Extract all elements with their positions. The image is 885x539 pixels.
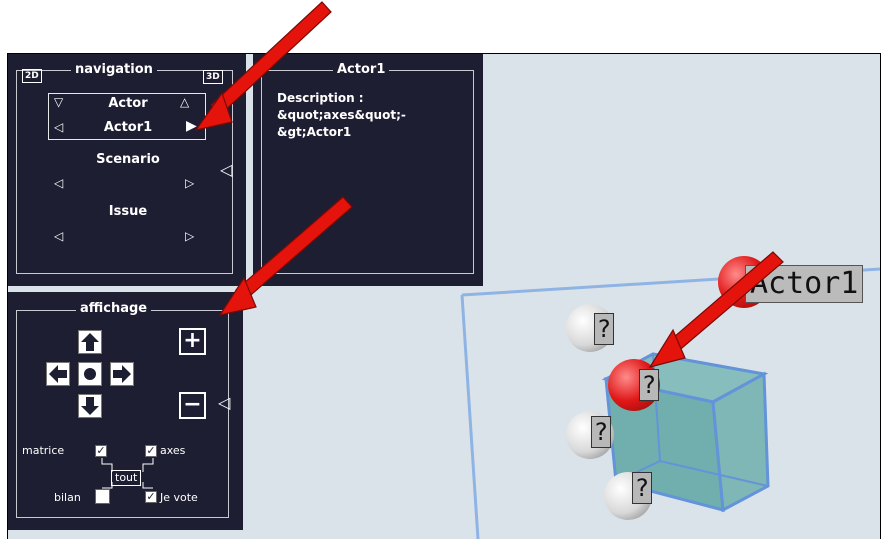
arrow-up-icon: [81, 333, 99, 351]
viewport-frame: Actor1 ? ? ? ? navigation 2D 3D ▽ Actor …: [7, 53, 881, 539]
question-label-4: ?: [632, 472, 652, 504]
arrow-down-icon: [81, 397, 99, 415]
actor-prev-icon[interactable]: ◁: [54, 121, 63, 133]
rotate-left-button[interactable]: [46, 362, 70, 386]
arrow-left-icon: [49, 365, 67, 383]
grid-edge-left: [460, 294, 480, 539]
matrice-checkbox[interactable]: ✓: [95, 445, 107, 457]
question-label-2: ?: [639, 369, 659, 401]
axes-checkbox[interactable]: ✓: [145, 445, 157, 457]
info-title: Actor1: [333, 62, 390, 77]
mode-3d-button[interactable]: 3D: [203, 70, 223, 84]
issue-next-icon[interactable]: ▷: [185, 230, 194, 242]
matrice-label: matrice: [22, 444, 65, 457]
bilan-checkbox[interactable]: [95, 489, 110, 504]
scenario-next-icon[interactable]: ▷: [185, 177, 194, 189]
je-vote-checkbox[interactable]: ✓: [145, 491, 157, 503]
actor-label: Actor1: [745, 265, 864, 303]
question-label-1: ?: [594, 313, 614, 345]
rotate-down-button[interactable]: [78, 394, 102, 418]
scenario-prev-icon[interactable]: ◁: [54, 177, 63, 189]
reset-view-button[interactable]: [78, 362, 102, 386]
mode-2d-button[interactable]: 2D: [22, 69, 42, 83]
affichage-collapse-tab[interactable]: ◁: [218, 395, 230, 411]
actor-value: Actor1: [103, 120, 153, 135]
zoom-out-button[interactable]: −: [179, 392, 206, 419]
collapse-down-icon[interactable]: ▽: [54, 96, 63, 108]
collapse-up-icon[interactable]: △: [180, 96, 189, 108]
bilan-label: bilan: [54, 491, 81, 504]
actor-category-label: Actor: [108, 96, 148, 111]
rotate-up-button[interactable]: [78, 330, 102, 354]
axes-label: axes: [160, 444, 186, 457]
issue-label: Issue: [108, 204, 148, 219]
navigation-panel: navigation 2D 3D ▽ Actor △ ◁ Actor1 ▶ Sc…: [8, 54, 246, 286]
affichage-title: affichage: [76, 301, 152, 316]
actor-next-icon[interactable]: ▶: [186, 119, 197, 133]
affichage-panel: affichage + − ◁ matrice ✓ ✓ axes tout bi…: [8, 292, 243, 530]
je-vote-label: Je vote: [160, 491, 198, 504]
scenario-label: Scenario: [96, 152, 160, 167]
issue-prev-icon[interactable]: ◁: [54, 230, 63, 242]
description-line-3: &gt;Actor1: [277, 125, 352, 139]
info-panel: Actor1 Description : &quot;axes&quot;- &…: [253, 54, 483, 286]
tout-button[interactable]: tout: [111, 470, 142, 486]
rotate-right-button[interactable]: [110, 362, 134, 386]
question-label-3: ?: [591, 416, 611, 448]
description-line-1: Description :: [277, 91, 364, 105]
zoom-in-button[interactable]: +: [179, 328, 206, 355]
navigation-collapse-tab[interactable]: ◁: [220, 162, 232, 178]
description-line-2: &quot;axes&quot;-: [277, 108, 406, 122]
dot-icon: [84, 368, 96, 380]
navigation-title: navigation: [71, 62, 157, 77]
arrow-right-icon: [113, 365, 131, 383]
